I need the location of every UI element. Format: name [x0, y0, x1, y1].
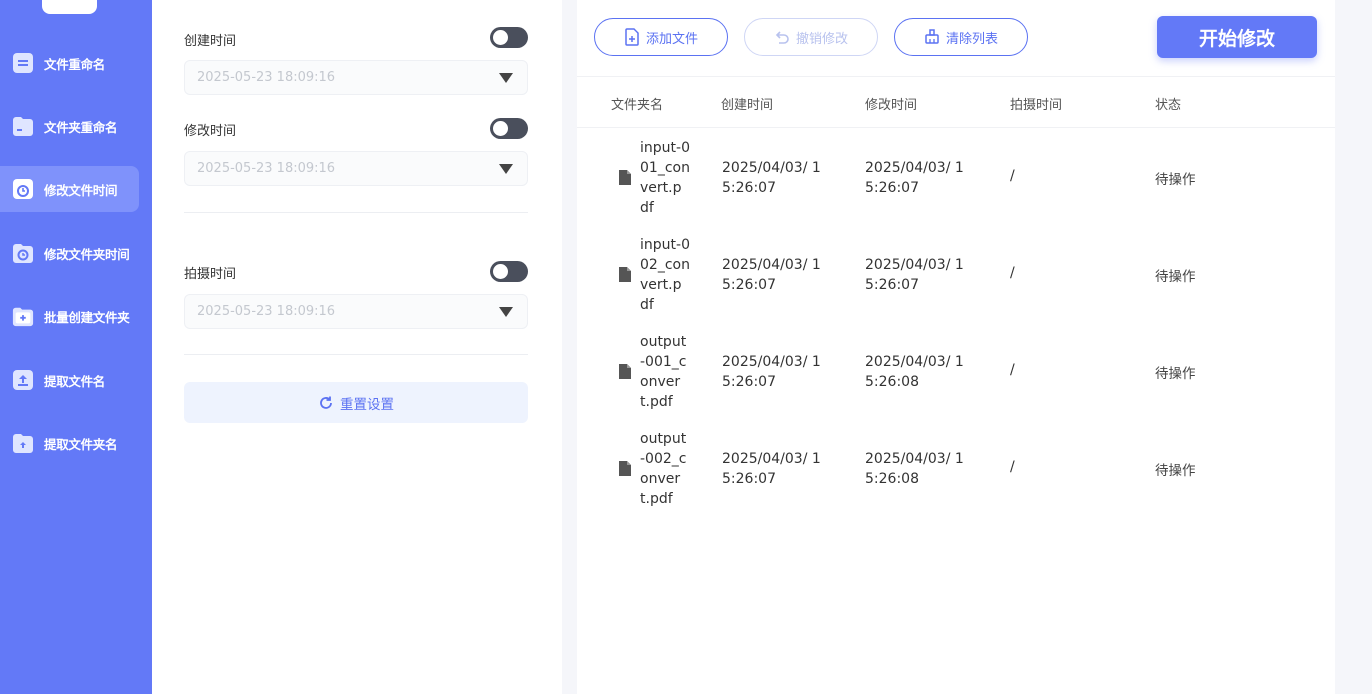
- add-file-label: 添加文件: [645, 31, 698, 47]
- upload-folder-icon: [12, 432, 34, 454]
- shot-time-cell: /: [1010, 168, 1015, 184]
- created-time-label: 创建时间: [184, 34, 237, 49]
- column-header-folder-name: 文件夹名: [611, 98, 664, 113]
- clock-folder-icon: [12, 242, 34, 264]
- modified-time-value: 2025-05-23 18:09:16: [197, 161, 336, 176]
- undo-changes-label: 撤销修改: [795, 31, 848, 47]
- file-list-panel: 添加文件 撤销修改 清除列表 开始修改 文件夹名 创建时间 修改时间 拍摄时间 …: [577, 0, 1335, 694]
- modified-time-toggle[interactable]: [490, 118, 528, 139]
- file-icon: [619, 170, 631, 185]
- file-icon: [619, 461, 631, 476]
- clock-document-icon: [12, 178, 34, 200]
- sidebar-item-extract-foldername[interactable]: 提取文件夹名: [0, 420, 139, 466]
- shot-time-cell: /: [1010, 265, 1015, 281]
- sidebar-item-label: 文件重命名: [44, 56, 106, 72]
- modified-time-cell: 2025/04/03/ 15:26:08: [865, 451, 964, 487]
- sidebar-item-rename-folder[interactable]: 文件夹重命名: [0, 103, 139, 149]
- upload-document-icon: [12, 369, 34, 391]
- document-icon: [12, 52, 34, 74]
- shot-time-cell: /: [1010, 459, 1015, 475]
- modified-time-cell: 2025/04/03/ 15:26:08: [865, 354, 964, 390]
- column-header-modified-time: 修改时间: [865, 98, 918, 113]
- file-name: input-001_convert.pdf: [640, 140, 690, 216]
- shot-time-label: 拍摄时间: [184, 267, 237, 282]
- sidebar-item-label: 提取文件名: [44, 373, 106, 389]
- sidebar-item-label: 修改文件时间: [44, 182, 118, 198]
- reset-settings-label: 重置设置: [340, 396, 394, 413]
- table-row[interactable]: input-001_convert.pdf 2025/04/03/ 15:26:…: [577, 130, 1335, 227]
- created-time-cell: 2025/04/03/ 15:26:07: [722, 257, 821, 293]
- file-name: input-002_convert.pdf: [640, 237, 690, 313]
- divider: [577, 127, 1335, 128]
- table-row[interactable]: output-002_convert.pdf 2025/04/03/ 15:26…: [577, 421, 1335, 518]
- clear-list-label: 清除列表: [945, 31, 998, 47]
- add-file-icon: [625, 28, 639, 46]
- created-time-toggle[interactable]: [490, 27, 528, 48]
- app-logo: [42, 0, 97, 14]
- file-name: output-002_convert.pdf: [640, 431, 687, 507]
- folder-icon: [12, 115, 34, 137]
- modified-time-picker[interactable]: 2025-05-23 18:09:16: [184, 151, 528, 186]
- modified-time-cell: 2025/04/03/ 15:26:07: [865, 160, 964, 196]
- app-window: 文件重命名 文件夹重命名 修改文件时间 修改文件夹时间 批量创建文件夹 提取文件…: [0, 0, 1372, 694]
- created-time-cell: 2025/04/03/ 15:26:07: [722, 354, 821, 390]
- chevron-down-icon: [499, 307, 513, 317]
- sidebar-item-label: 文件夹重命名: [44, 119, 118, 135]
- sidebar-item-label: 修改文件夹时间: [44, 246, 130, 262]
- sidebar-item-rename-file[interactable]: 文件重命名: [0, 40, 139, 86]
- table-row[interactable]: input-002_convert.pdf 2025/04/03/ 15:26:…: [577, 227, 1335, 324]
- sidebar-item-modify-file-time[interactable]: 修改文件时间: [0, 166, 139, 212]
- divider: [577, 76, 1335, 77]
- start-modify-button[interactable]: 开始修改: [1157, 16, 1317, 58]
- chevron-down-icon: [499, 73, 513, 83]
- refresh-icon: [320, 396, 332, 409]
- sidebar-item-label: 提取文件夹名: [44, 436, 118, 452]
- divider: [184, 354, 528, 355]
- sidebar-item-label: 批量创建文件夹: [44, 309, 130, 325]
- column-header-created-time: 创建时间: [721, 98, 774, 113]
- shot-time-cell: /: [1010, 362, 1015, 378]
- chevron-down-icon: [499, 164, 513, 174]
- sidebar-item-batch-create-folder[interactable]: 批量创建文件夹: [0, 293, 139, 339]
- modified-time-label: 修改时间: [184, 124, 237, 139]
- shot-time-toggle[interactable]: [490, 261, 528, 282]
- divider: [184, 212, 528, 213]
- status-cell: 待操作: [1155, 366, 1196, 382]
- status-cell: 待操作: [1155, 463, 1196, 479]
- add-folder-icon: [12, 305, 34, 327]
- shot-time-value: 2025-05-23 18:09:16: [197, 304, 336, 319]
- reset-settings-button[interactable]: 重置设置: [184, 382, 528, 423]
- created-time-cell: 2025/04/03/ 15:26:07: [722, 451, 821, 487]
- undo-icon: [775, 31, 789, 44]
- clear-list-button[interactable]: 清除列表: [894, 18, 1028, 56]
- undo-changes-button[interactable]: 撤销修改: [744, 18, 878, 56]
- file-icon: [619, 364, 631, 379]
- add-file-button[interactable]: 添加文件: [594, 18, 728, 56]
- column-header-shot-time: 拍摄时间: [1010, 98, 1063, 113]
- column-header-status: 状态: [1155, 98, 1182, 113]
- status-cell: 待操作: [1155, 172, 1196, 188]
- status-cell: 待操作: [1155, 269, 1196, 285]
- time-settings-panel: 创建时间 2025-05-23 18:09:16 修改时间 2025-05-23…: [152, 0, 562, 694]
- start-modify-label: 开始修改: [1198, 27, 1275, 50]
- shot-time-picker[interactable]: 2025-05-23 18:09:16: [184, 294, 528, 329]
- broom-icon: [925, 29, 939, 44]
- created-time-picker[interactable]: 2025-05-23 18:09:16: [184, 60, 528, 95]
- file-icon: [619, 267, 631, 282]
- modified-time-cell: 2025/04/03/ 15:26:07: [865, 257, 964, 293]
- sidebar: 文件重命名 文件夹重命名 修改文件时间 修改文件夹时间 批量创建文件夹 提取文件…: [0, 0, 152, 694]
- sidebar-item-extract-filename[interactable]: 提取文件名: [0, 357, 139, 403]
- table-row[interactable]: output-001_convert.pdf 2025/04/03/ 15:26…: [577, 324, 1335, 421]
- file-name: output-001_convert.pdf: [640, 334, 687, 410]
- sidebar-item-modify-folder-time[interactable]: 修改文件夹时间: [0, 230, 139, 276]
- created-time-value: 2025-05-23 18:09:16: [197, 70, 336, 85]
- created-time-cell: 2025/04/03/ 15:26:07: [722, 160, 821, 196]
